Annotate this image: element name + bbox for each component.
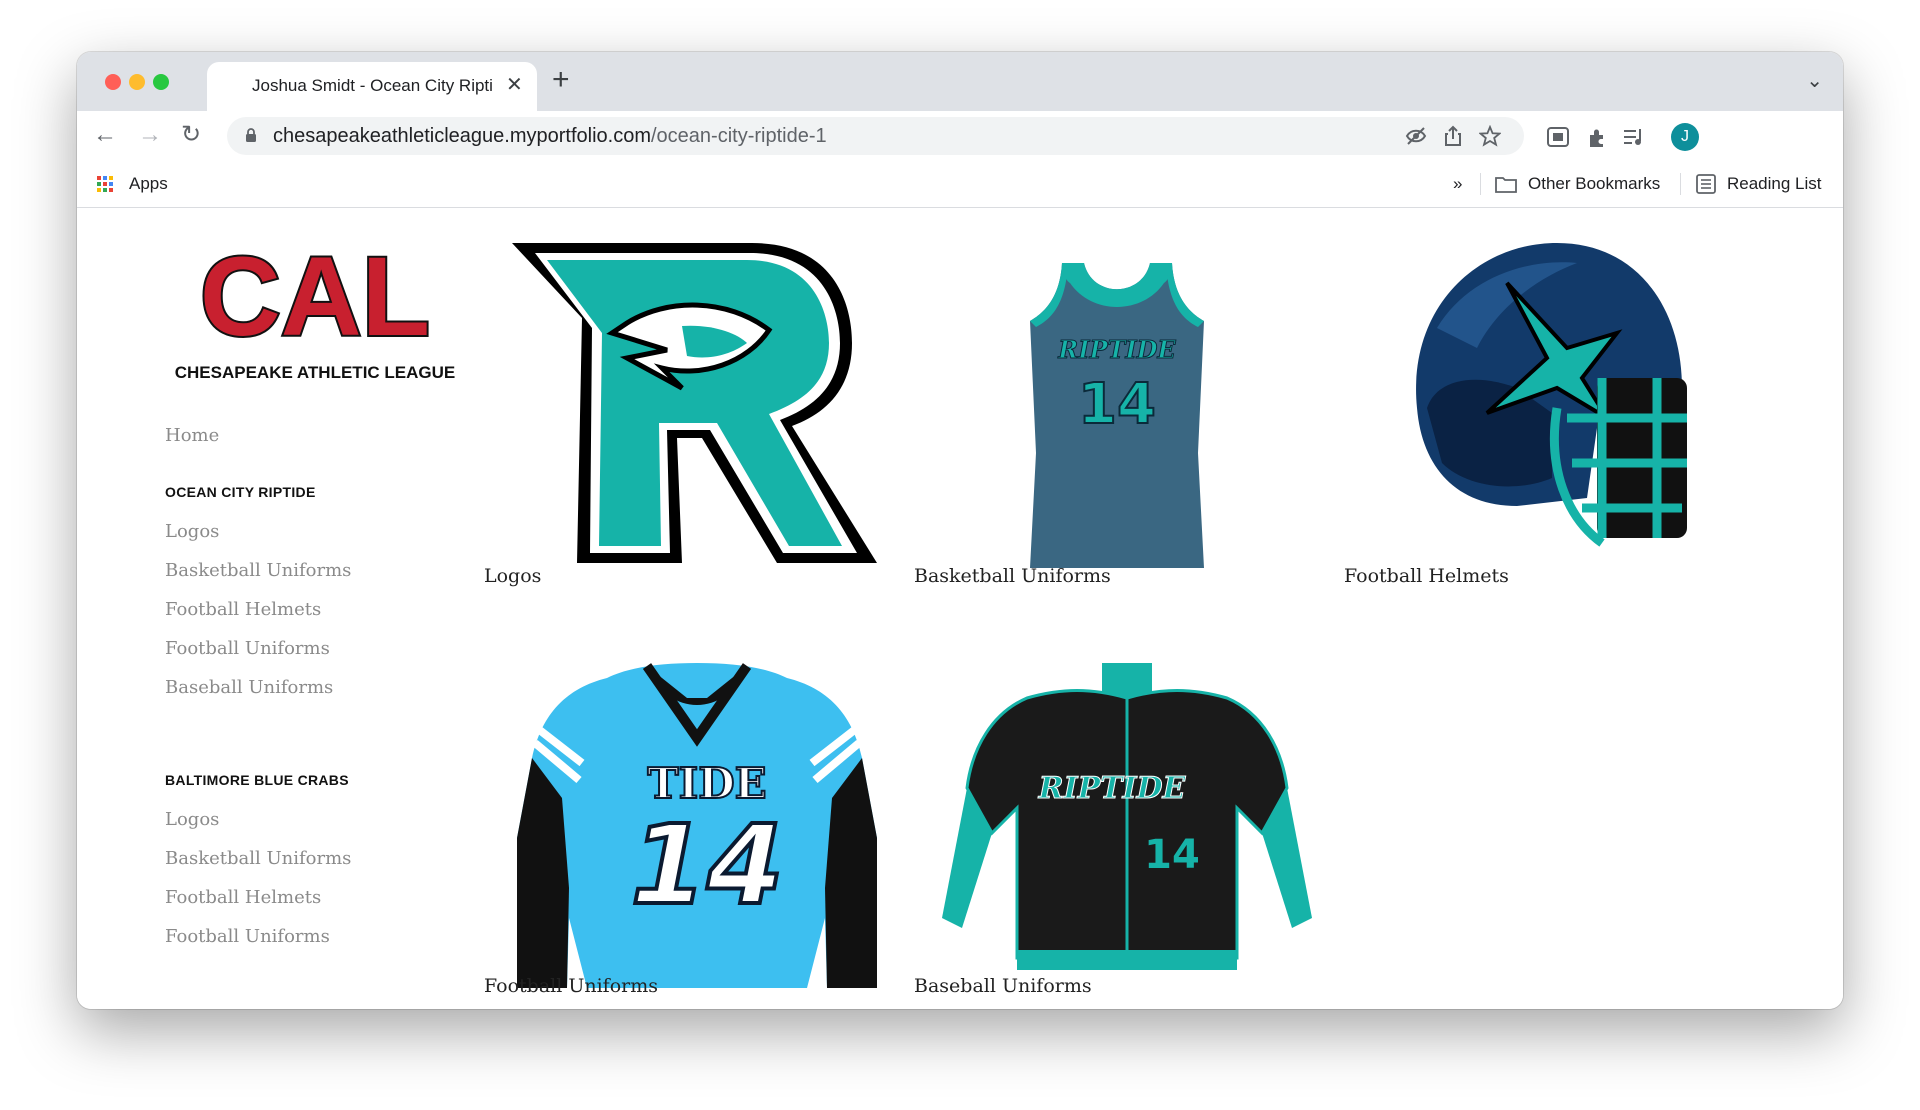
jersey-number: 14: [1078, 372, 1156, 437]
nav-link-riptide-baseball-uniforms[interactable]: Baseball Uniforms: [165, 677, 333, 698]
profile-avatar[interactable]: J: [1671, 123, 1699, 151]
nav-section-heading: BALTIMORE BLUE CRABS: [165, 772, 349, 788]
nav-link-riptide-football-helmets[interactable]: Football Helmets: [165, 599, 321, 620]
nav-link-bluecrabs-football-uniforms[interactable]: Football Uniforms: [165, 926, 330, 947]
nav-home-link[interactable]: Home: [165, 425, 219, 446]
nav-link-riptide-basketball-uniforms[interactable]: Basketball Uniforms: [165, 560, 351, 581]
apps-grid-icon[interactable]: [97, 176, 113, 192]
portfolio-page: CAL CHESAPEAKE ATHLETIC LEAGUE Home OCEA…: [77, 208, 1843, 1009]
url-domain: chesapeakeathleticleague.myportfolio.com: [273, 125, 651, 147]
project-title[interactable]: Football Helmets: [1344, 565, 1509, 587]
close-window-button[interactable]: [105, 74, 121, 90]
back-arrow-icon[interactable]: ←: [93, 121, 117, 149]
forward-arrow-icon[interactable]: →: [138, 121, 162, 149]
nav-link-bluecrabs-basketball-uniforms[interactable]: Basketball Uniforms: [165, 848, 351, 869]
browser-toolbar: ← → ↻ chesapeakeathleticleague.myportfol…: [77, 111, 1843, 161]
jersey-number: 14: [630, 801, 783, 929]
eye-off-icon[interactable]: [1405, 125, 1427, 147]
bookmarks-overflow-button[interactable]: »: [1453, 174, 1462, 194]
football-helmet-thumbnail[interactable]: [1397, 238, 1697, 568]
close-icon[interactable]: ✕: [506, 72, 523, 97]
nav-link-bluecrabs-football-helmets[interactable]: Football Helmets: [165, 887, 321, 908]
address-bar[interactable]: chesapeakeathleticleague.myportfolio.com…: [227, 117, 1524, 155]
lock-icon: [246, 128, 256, 142]
bookmarks-divider: [1480, 173, 1481, 195]
league-logo-letters: CAL: [200, 238, 430, 359]
chevron-down-icon[interactable]: ⌄: [1806, 68, 1823, 93]
project-title[interactable]: Football Uniforms: [484, 975, 658, 997]
jersey-wordmark: RIPTIDE: [1038, 771, 1187, 806]
tab-strip: Joshua Smidt - Ocean City Riptide ✕ + ⌄: [77, 52, 1843, 111]
basketball-jersey-thumbnail[interactable]: RIPTIDE 14: [1022, 253, 1212, 568]
project-title[interactable]: Baseball Uniforms: [914, 975, 1092, 997]
project-title[interactable]: Logos: [484, 565, 541, 587]
nav-link-riptide-football-uniforms[interactable]: Football Uniforms: [165, 638, 330, 659]
screen-capture-icon[interactable]: [1547, 127, 1569, 147]
star-icon[interactable]: [1479, 125, 1501, 147]
url-path: /ocean-city-riptide-1: [651, 125, 827, 147]
jersey-number: 14: [1144, 832, 1200, 878]
folder-icon: [1495, 177, 1517, 193]
reading-list-queue-icon[interactable]: [1623, 127, 1645, 147]
other-bookmarks-folder[interactable]: Other Bookmarks: [1528, 174, 1660, 194]
nav-section-heading: OCEAN CITY RIPTIDE: [165, 484, 316, 500]
zoom-window-button[interactable]: [153, 74, 169, 90]
project-title[interactable]: Basketball Uniforms: [914, 565, 1111, 587]
reading-list-icon: [1696, 174, 1716, 194]
league-logo-subtitle: CHESAPEAKE ATHLETIC LEAGUE: [175, 363, 456, 382]
baseball-uniform-thumbnail[interactable]: RIPTIDE 14: [932, 658, 1322, 988]
tab-title: Joshua Smidt - Ocean City Riptide: [252, 76, 492, 95]
url-text: chesapeakeathleticleague.myportfolio.com…: [273, 125, 827, 148]
extensions-icon[interactable]: [1586, 127, 1608, 149]
bookmarks-divider: [1680, 173, 1681, 195]
new-tab-button[interactable]: +: [552, 62, 570, 98]
minimize-window-button[interactable]: [129, 74, 145, 90]
reload-icon[interactable]: ↻: [181, 121, 201, 149]
apps-bookmark[interactable]: Apps: [129, 174, 168, 194]
share-icon[interactable]: [1443, 125, 1463, 147]
football-uniform-thumbnail[interactable]: TIDE 14: [507, 658, 887, 988]
browser-window: Joshua Smidt - Ocean City Riptide ✕ + ⌄ …: [77, 52, 1843, 1009]
nav-link-bluecrabs-logos[interactable]: Logos: [165, 809, 219, 830]
league-logo[interactable]: CAL CHESAPEAKE ATHLETIC LEAGUE: [167, 238, 467, 388]
reading-list-button[interactable]: Reading List: [1727, 174, 1822, 194]
jersey-wordmark: RIPTIDE: [1057, 335, 1176, 364]
browser-tab[interactable]: Joshua Smidt - Ocean City Riptide ✕: [207, 62, 537, 111]
riptide-r-logo-thumbnail[interactable]: [507, 238, 887, 568]
bookmarks-bar: Apps » Other Bookmarks Reading List: [77, 161, 1843, 208]
nav-link-riptide-logos[interactable]: Logos: [165, 521, 219, 542]
